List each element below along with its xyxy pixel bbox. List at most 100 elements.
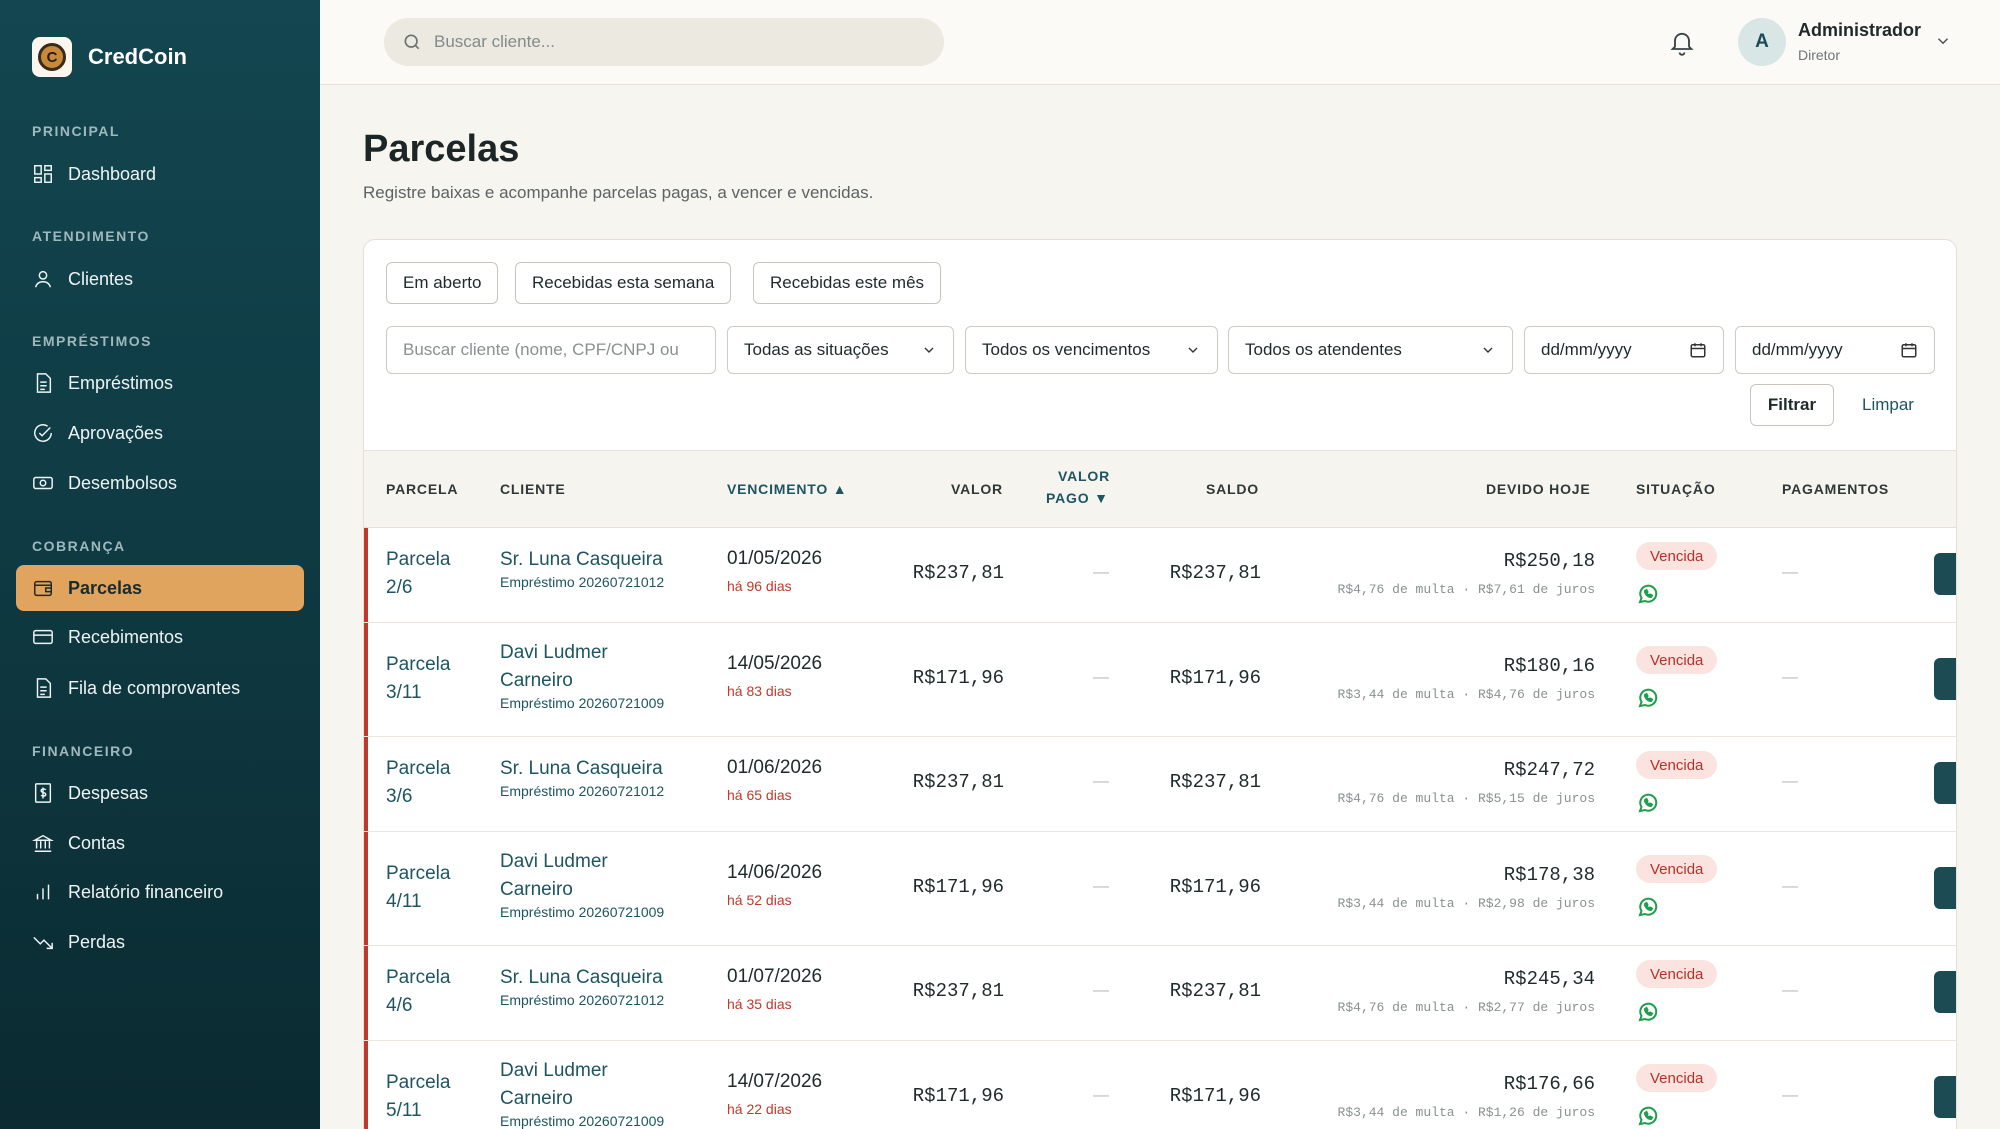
overdue-indicator	[364, 737, 368, 831]
cliente-cell: Sr. Luna Casqueira Empréstimo 20260721012	[500, 549, 665, 590]
trend-down-icon	[33, 936, 53, 950]
devido-detail: R$4,76 de multa · R$7,61 de juros	[1337, 582, 1595, 597]
sidebar-item-clientes[interactable]: Clientes	[16, 256, 304, 302]
register-payment-button[interactable]	[1934, 658, 1956, 700]
user-menu-toggle[interactable]	[1934, 32, 1952, 50]
valor-pago-cell: —	[1093, 669, 1109, 686]
status-badge: Vencida	[1636, 646, 1718, 674]
register-payment-button[interactable]	[1934, 553, 1956, 595]
chip-em-aberto[interactable]: Em aberto	[386, 262, 499, 304]
col-valor-pago-1[interactable]: VALOR	[1056, 468, 1112, 484]
sidebar-item-dashboard[interactable]: Dashboard	[16, 151, 304, 197]
table-row[interactable]: Parcela 4/11 Davi Ludmer Carneiro Empréstim…	[364, 832, 1956, 946]
sidebar-item-desembolsos[interactable]: Desembolsos	[16, 460, 304, 506]
filter-button[interactable]: Filtrar	[1750, 384, 1834, 426]
cliente-search-input[interactable]: Buscar cliente (nome, CPF/CNPJ ou	[386, 326, 716, 374]
chip-recebidas-mes[interactable]: Recebidas este mês	[753, 262, 942, 304]
col-parcela[interactable]: PARCELA	[386, 481, 458, 497]
cliente-cell: Davi Ludmer Carneiro Empréstimo 2026072100…	[500, 1060, 665, 1129]
whatsapp-icon[interactable]	[1636, 582, 1660, 606]
parcelas-card: Em aberto Recebidas esta semana Recebida…	[363, 239, 1957, 1129]
sidebar-item-recebimentos[interactable]: Recebimentos	[16, 614, 304, 660]
notifications-button[interactable]	[1668, 28, 1696, 56]
chevron-down-icon	[924, 347, 934, 353]
valor-cell: R$237,81	[912, 980, 1004, 1002]
sidebar-item-relatorio-financeiro[interactable]: Relatório financeiro	[16, 869, 304, 915]
cliente-cell: Davi Ludmer Carneiro Empréstimo 2026072100…	[500, 851, 665, 920]
col-pagamentos[interactable]: PAGAMENTOS	[1782, 481, 1889, 497]
parcela-link[interactable]: Parcela 2/6	[386, 546, 450, 602]
register-payment-button[interactable]	[1934, 867, 1956, 909]
sidebar-item-fila-comprovantes[interactable]: Fila de comprovantes	[16, 665, 304, 711]
register-payment-button[interactable]	[1934, 1076, 1956, 1118]
page-subtitle: Registre baixas e acompanhe parcelas pag…	[363, 183, 874, 202]
sidebar: C CredCoin PRINCIPAL Dashboard ATENDIMEN…	[0, 0, 320, 1129]
atendentes-select[interactable]: Todos os atendentes	[1228, 326, 1513, 374]
user-role: Diretor	[1798, 47, 1841, 63]
table-row[interactable]: Parcela 3/6 Sr. Luna Casqueira Empréstimo …	[364, 737, 1956, 832]
sidebar-item-parcelas[interactable]: Parcelas	[16, 565, 304, 611]
vencimentos-select[interactable]: Todos os vencimentos	[965, 326, 1218, 374]
pagamentos-cell: —	[1782, 669, 1798, 686]
clear-button[interactable]: Limpar	[1862, 395, 1914, 415]
saldo-cell: R$237,81	[1169, 771, 1261, 793]
saldo-cell: R$171,96	[1169, 667, 1261, 689]
parcela-link[interactable]: Parcela 5/11	[386, 1069, 450, 1125]
valor-cell: R$171,96	[912, 876, 1004, 898]
sidebar-item-perdas[interactable]: Perdas	[16, 919, 304, 965]
chevron-down-icon	[1483, 347, 1493, 353]
col-saldo[interactable]: SALDO	[1206, 481, 1259, 497]
whatsapp-icon[interactable]	[1636, 895, 1660, 919]
situacao-select[interactable]: Todas as situações	[727, 326, 954, 374]
col-cliente[interactable]: CLIENTE	[500, 481, 566, 497]
vencimento-cell: 01/05/2026 há 96 dias	[727, 548, 823, 594]
table-row[interactable]: Parcela 5/11 Davi Ludmer Carneiro Empréstim…	[364, 1041, 1956, 1129]
col-situacao[interactable]: SITUAÇÃO	[1636, 481, 1716, 497]
table-row[interactable]: Parcela 4/6 Sr. Luna Casqueira Empréstimo …	[364, 946, 1956, 1041]
valor-pago-cell: —	[1093, 878, 1109, 895]
section-label-atendimento: ATENDIMENTO	[32, 228, 150, 244]
card-icon	[33, 629, 53, 645]
sidebar-item-contas[interactable]: Contas	[16, 820, 304, 866]
col-vencimento[interactable]: VENCIMENTO ▲	[727, 481, 847, 497]
global-search[interactable]	[384, 18, 944, 66]
register-payment-button[interactable]	[1934, 762, 1956, 804]
bell-icon	[1670, 32, 1694, 56]
vencimento-cell: 14/07/2026 há 22 dias	[727, 1071, 823, 1117]
valor-cell: R$237,81	[912, 562, 1004, 584]
whatsapp-icon[interactable]	[1636, 1104, 1660, 1128]
sidebar-item-aprovacoes[interactable]: Aprovações	[16, 410, 304, 456]
brand[interactable]: C CredCoin	[32, 37, 187, 77]
vencimento-cell: 01/07/2026 há 35 dias	[727, 966, 823, 1012]
sidebar-item-emprestimos[interactable]: Empréstimos	[16, 360, 304, 406]
parcela-link[interactable]: Parcela 4/11	[386, 860, 450, 916]
pagamentos-cell: —	[1782, 564, 1798, 581]
table-header: PARCELA CLIENTE VENCIMENTO ▲ VALOR VALOR…	[364, 450, 1956, 528]
valor-cell: R$237,81	[912, 771, 1004, 793]
col-valor[interactable]: VALOR	[951, 481, 1003, 497]
parcela-link[interactable]: Parcela 3/6	[386, 755, 450, 811]
table-row[interactable]: Parcela 2/6 Sr. Luna Casqueira Empréstimo …	[364, 528, 1956, 623]
status-badge: Vencida	[1636, 1064, 1718, 1092]
credcoin-logo-icon: C	[32, 37, 72, 77]
whatsapp-icon[interactable]	[1636, 791, 1660, 815]
table-row[interactable]: Parcela 3/11 Davi Ludmer Carneiro Empréstim…	[364, 623, 1956, 737]
whatsapp-icon[interactable]	[1636, 1000, 1660, 1024]
avatar[interactable]: A	[1738, 18, 1786, 66]
saldo-cell: R$171,96	[1169, 876, 1261, 898]
chip-recebidas-semana[interactable]: Recebidas esta semana	[515, 262, 732, 304]
bar-chart-icon	[36, 884, 50, 900]
date-to-input[interactable]: dd/mm/yyyy	[1735, 326, 1935, 374]
user-name[interactable]: Administrador	[1798, 20, 1921, 41]
date-from-input[interactable]: dd/mm/yyyy	[1524, 326, 1724, 374]
status-badge: Vencida	[1636, 855, 1718, 883]
sidebar-item-despesas[interactable]: Despesas	[16, 770, 304, 816]
parcela-link[interactable]: Parcela 4/6	[386, 964, 450, 1020]
col-valor-pago-2[interactable]: PAGO ▼	[1046, 490, 1109, 506]
register-payment-button[interactable]	[1934, 971, 1956, 1013]
whatsapp-icon[interactable]	[1636, 686, 1660, 710]
col-devido-hoje[interactable]: DEVIDO HOJE	[1486, 481, 1591, 497]
parcela-link[interactable]: Parcela 3/11	[386, 651, 450, 707]
global-search-input[interactable]	[434, 32, 914, 52]
chevron-down-icon	[1188, 347, 1198, 353]
